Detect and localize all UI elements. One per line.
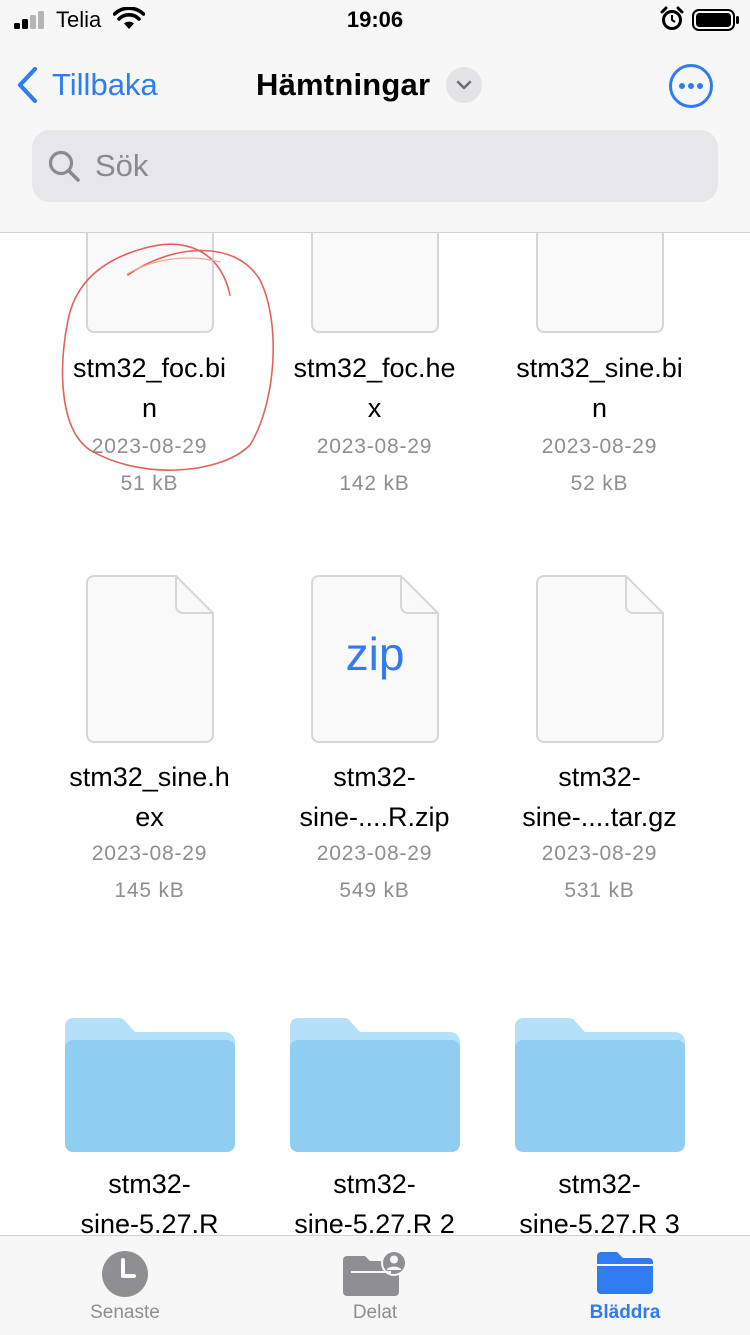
tab-browse[interactable]: Bläddra (500, 1236, 750, 1335)
folder-icon (290, 1018, 460, 1152)
search-input[interactable]: Sök (32, 130, 718, 202)
page-title: Hämtningar (256, 67, 431, 102)
file-item[interactable]: zip stm32- sine-....R.zip 2023-08-29 549… (262, 575, 487, 905)
file-name: stm32- (558, 762, 641, 792)
file-name: n (141, 393, 158, 423)
file-item[interactable]: stm32- sine-....tar.gz 2023-08-29 531 kB (487, 575, 712, 905)
tab-label: Bläddra (589, 1302, 661, 1323)
folder-name: stm32- (108, 1169, 191, 1199)
document-icon (86, 575, 214, 743)
file-name: sine-....tar.gz (522, 802, 677, 832)
file-name: x (367, 393, 382, 423)
back-button[interactable]: Tillbaka (16, 64, 158, 106)
file-item[interactable]: stm32_foc.he x 2023-08-29 142 kB (262, 233, 487, 495)
chevron-down-icon (456, 80, 472, 90)
file-name: ex (135, 802, 164, 832)
file-size: 145 kB (114, 879, 185, 902)
file-item[interactable]: stm32_sine.bi n 2023-08-29 52 kB (487, 233, 712, 495)
status-time: 19:06 (346, 7, 404, 32)
search-icon (48, 150, 80, 182)
file-date: 2023-08-29 (316, 435, 433, 458)
zip-icon-label: zip (345, 628, 405, 680)
zip-icon: zip (311, 575, 439, 743)
file-name: stm32_foc.he (293, 353, 456, 383)
folder-name: stm32- (558, 1169, 641, 1199)
clock-icon (102, 1251, 148, 1297)
file-size: 531 kB (564, 879, 635, 902)
title-dropdown-button[interactable] (446, 67, 483, 103)
file-item[interactable]: stm32_sine.h ex 2023-08-29 145 kB (37, 575, 262, 905)
file-size: 52 kB (570, 472, 629, 495)
folder-icon (515, 1018, 685, 1152)
file-size: 549 kB (339, 879, 410, 902)
document-icon (311, 233, 439, 333)
file-date: 2023-08-29 (541, 435, 658, 458)
file-name: sine-....R.zip (299, 802, 450, 832)
file-size: 51 kB (120, 472, 179, 495)
folder-icon (65, 1018, 235, 1152)
file-name: n (591, 393, 608, 423)
folder-item[interactable]: stm32- sine-5.27.R 2 (262, 1018, 487, 1235)
tab-shared[interactable]: Delat (250, 1236, 500, 1335)
tab-label: Delat (352, 1302, 398, 1323)
file-grid: stm32_foc.bi n 2023-08-29 51 kB stm32_fo… (0, 233, 750, 1235)
title-menu[interactable]: Hämtningar (256, 64, 483, 106)
file-item[interactable]: stm32_foc.bi n 2023-08-29 51 kB (37, 233, 262, 495)
document-icon (536, 233, 664, 333)
document-icon (536, 575, 664, 743)
file-name: stm32_sine.bi (516, 353, 683, 383)
file-date: 2023-08-29 (316, 842, 433, 865)
file-name: stm32_sine.h (69, 762, 230, 792)
file-date: 2023-08-29 (91, 435, 208, 458)
folder-name: sine-5.27.R (80, 1209, 219, 1235)
file-name: stm32- (333, 762, 416, 792)
shared-folder-icon (343, 1250, 407, 1296)
file-size: 142 kB (339, 472, 410, 495)
chevron-left-icon (17, 66, 38, 104)
battery-icon (692, 9, 739, 31)
folder-item[interactable]: stm32- sine-5.27.R (37, 1018, 262, 1235)
tab-recents[interactable]: Senaste (0, 1236, 250, 1335)
alarm-clock-icon (660, 6, 684, 30)
back-button-label: Tillbaka (52, 67, 158, 102)
tab-label: Senaste (90, 1302, 160, 1323)
file-date: 2023-08-29 (91, 842, 208, 865)
folder-icon (597, 1252, 653, 1294)
status-bar: Telia 19:06 (0, 0, 750, 40)
search-placeholder: Sök (95, 148, 149, 183)
folder-name: stm32- (333, 1169, 416, 1199)
file-date: 2023-08-29 (541, 842, 658, 865)
folder-name: sine-5.27.R 2 (294, 1209, 455, 1235)
folder-name: sine-5.27.R 3 (519, 1209, 680, 1235)
more-options-button[interactable] (668, 63, 714, 109)
file-name: stm32_foc.bi (72, 353, 227, 383)
tab-bar: Senaste Delat Bläddra (0, 1235, 750, 1335)
folder-item[interactable]: stm32- sine-5.27.R 3 (487, 1018, 712, 1235)
document-icon (86, 233, 214, 333)
